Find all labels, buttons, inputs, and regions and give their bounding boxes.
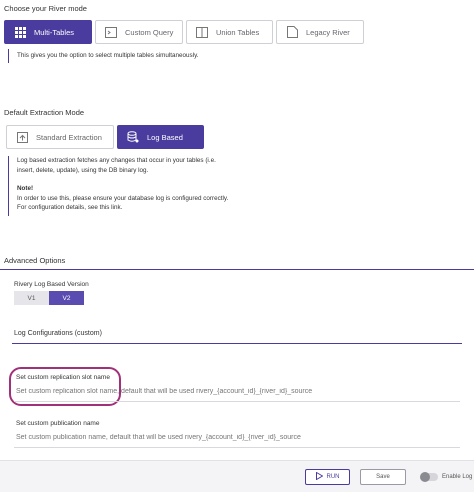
note-title: Note!: [17, 185, 34, 192]
database-icon: [127, 131, 139, 143]
mode-legacy-river-button[interactable]: Legacy River: [276, 20, 364, 44]
slot-name-label: Set custom replication slot name: [16, 374, 110, 381]
config-link-text[interactable]: For configuration details, see this link…: [17, 203, 228, 213]
mode-label: Legacy River: [306, 27, 350, 37]
version-v1-toggle[interactable]: V1: [14, 291, 49, 305]
description-line: Log based extraction fetches any changes…: [17, 157, 216, 164]
advanced-options-divider: [0, 269, 474, 270]
enable-log-toggle[interactable]: [420, 472, 438, 482]
slot-name-underline: [14, 401, 460, 402]
river-mode-title: Choose your River mode: [4, 4, 87, 13]
river-mode-description-text: This gives you the option to select mult…: [17, 52, 199, 59]
grid-icon: [14, 26, 26, 38]
extraction-label: Standard Extraction: [36, 132, 102, 142]
version-label: Rivery Log Based Version: [14, 281, 89, 288]
version-v1-label: V1: [27, 294, 36, 302]
columns-icon: [196, 26, 208, 38]
save-button[interactable]: Save: [360, 469, 406, 485]
extraction-mode-title: Default Extraction Mode: [4, 108, 85, 117]
log-config-title: Log Configurations (custom): [14, 330, 102, 337]
extraction-label: Log Based: [147, 132, 183, 142]
run-button[interactable]: RUN: [305, 469, 350, 485]
terminal-icon: [105, 26, 117, 38]
publication-name-input[interactable]: [16, 434, 456, 441]
enable-log-label: Enable Log: [442, 474, 473, 480]
mode-union-tables-button[interactable]: Union Tables: [186, 20, 273, 44]
publication-name-label: Set custom publication name: [16, 420, 100, 427]
log-based-description: Log based extraction fetches any changes…: [8, 156, 228, 216]
note-line: In order to use this, please ensure your…: [17, 194, 229, 202]
run-label: RUN: [326, 474, 340, 480]
version-v2-toggle[interactable]: V2: [49, 291, 84, 305]
river-mode-description: This gives you the option to select mult…: [8, 49, 199, 63]
document-icon: [286, 26, 298, 38]
mode-label: Multi-Tables: [34, 27, 75, 37]
mode-custom-query-button[interactable]: Custom Query: [95, 20, 183, 44]
mode-label: Union Tables: [216, 27, 260, 37]
log-based-button[interactable]: Log Based: [117, 125, 204, 149]
log-config-divider: [12, 343, 462, 344]
publication-name-underline: [14, 447, 460, 448]
mode-multi-tables-button[interactable]: Multi-Tables: [4, 20, 92, 44]
standard-extraction-button[interactable]: Standard Extraction: [6, 125, 114, 149]
play-icon: [315, 471, 323, 482]
description-line: insert, delete, update), using the DB bi…: [17, 166, 149, 174]
save-label: Save: [376, 474, 390, 480]
upload-box-icon: [16, 131, 28, 143]
toggle-knob: [420, 472, 430, 482]
version-v2-label: V2: [62, 294, 71, 302]
advanced-options-title: Advanced Options: [4, 256, 66, 265]
slot-name-input[interactable]: [16, 388, 456, 395]
mode-label: Custom Query: [125, 27, 174, 37]
